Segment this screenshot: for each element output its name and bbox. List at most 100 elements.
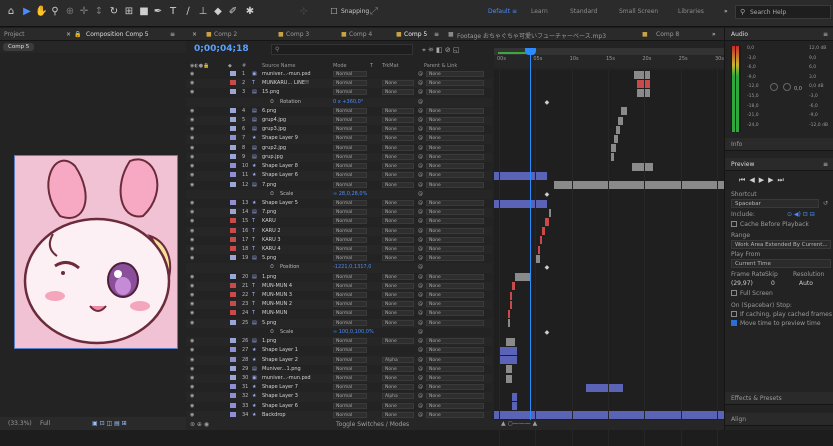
trkmat-dropdown[interactable]: None xyxy=(382,144,414,151)
trkmat-dropdown[interactable]: None xyxy=(382,181,414,188)
move-time-checkbox[interactable] xyxy=(731,320,737,326)
pick-whip-icon[interactable]: @ xyxy=(418,392,423,400)
parent-dropdown[interactable]: None xyxy=(426,411,484,418)
mode-dropdown[interactable]: Normal xyxy=(333,89,367,96)
layer-name[interactable]: Backdrop xyxy=(262,411,330,419)
pick-whip-icon[interactable]: @ xyxy=(418,374,423,382)
layer-row[interactable]: ◉ 33 ★ Shape Layer 6 Normal None @ None xyxy=(186,401,492,411)
visibility-eye-icon[interactable]: ◉ xyxy=(190,411,194,419)
layer-name[interactable]: muniver...-mun.psd xyxy=(262,70,330,78)
visibility-eye-icon[interactable]: ◉ xyxy=(190,282,194,290)
visibility-eye-icon[interactable]: ◉ xyxy=(190,217,194,225)
layer-row[interactable]: ◉ 27 ★ Shape Layer 1 Normal @ None xyxy=(186,346,492,356)
visibility-eye-icon[interactable]: ◉ xyxy=(190,383,194,391)
layer-name[interactable]: Shape Layer 5 xyxy=(262,199,330,207)
panel-menu-icon[interactable]: ≡ xyxy=(823,161,828,168)
stopwatch-icon[interactable]: ⏱ xyxy=(270,328,274,336)
property-value[interactable]: ∞ 28,0,28,0% xyxy=(333,190,367,198)
dolly-tool-icon[interactable]: ↕ xyxy=(93,6,105,18)
parent-dropdown[interactable]: None xyxy=(426,144,484,151)
label-color-swatch[interactable] xyxy=(230,255,236,261)
pick-whip-icon[interactable]: @ xyxy=(418,116,423,124)
visibility-eye-icon[interactable]: ◉ xyxy=(190,70,194,78)
layer-row[interactable]: ◉ 29 ▤ Muniver...1.png Normal None @ None xyxy=(186,364,492,374)
visibility-eye-icon[interactable]: ◉ xyxy=(190,374,194,382)
parent-dropdown[interactable]: None xyxy=(426,71,484,77)
label-color-swatch[interactable] xyxy=(230,71,236,76)
stopwatch-icon[interactable]: ⏱ xyxy=(270,190,274,198)
eraser-tool-icon[interactable]: ◆ xyxy=(212,6,224,18)
layer-row[interactable]: ◉ 31 ★ Shape Layer 7 Normal None @ None xyxy=(186,383,492,393)
pick-whip-icon[interactable]: @ xyxy=(418,199,423,207)
trkmat-dropdown[interactable]: None xyxy=(382,117,414,124)
label-color-swatch[interactable] xyxy=(230,402,236,408)
visibility-eye-icon[interactable]: ◉ xyxy=(190,107,194,115)
zoom-slider[interactable]: ▲ ○——— ▲ xyxy=(501,420,537,427)
trkmat-dropdown[interactable]: None xyxy=(382,209,414,216)
mode-dropdown[interactable]: Normal xyxy=(333,356,367,363)
trkmat-dropdown[interactable]: None xyxy=(382,319,414,326)
visibility-eye-icon[interactable]: ◉ xyxy=(190,236,194,244)
layer-name[interactable]: KARU 4 xyxy=(262,245,330,253)
visibility-eye-icon[interactable]: ◉ xyxy=(190,392,194,400)
layer-name[interactable]: MUN-MUN 2 xyxy=(262,300,330,308)
pick-whip-icon[interactable]: @ xyxy=(418,134,423,142)
pick-whip-icon[interactable]: @ xyxy=(418,300,423,308)
panel-menu-icon[interactable]: ≡ xyxy=(823,31,828,38)
visibility-eye-icon[interactable]: ◉ xyxy=(190,309,194,317)
panel-menu-icon[interactable]: ≡ xyxy=(170,31,175,38)
visibility-eye-icon[interactable]: ◉ xyxy=(190,79,194,87)
layer-row[interactable]: ◉ 12 ▤ 7.png Normal None @ None xyxy=(186,180,492,190)
layer-duration-bar[interactable] xyxy=(510,291,513,300)
visibility-eye-icon[interactable]: ◉ xyxy=(190,337,194,345)
more-tabs-icon[interactable]: » xyxy=(712,31,716,38)
visibility-eye-icon[interactable]: ◉ xyxy=(190,365,194,373)
layer-row[interactable]: ◉ 26 ▤ 1.png Normal None @ None xyxy=(186,337,492,347)
pick-whip-icon[interactable]: @ xyxy=(418,144,423,152)
pan-behind-tool-icon[interactable]: ⊞ xyxy=(123,6,135,18)
layer-row[interactable]: ◉ 20 ▤ 1.png Normal None @ None xyxy=(186,272,492,282)
layer-row[interactable]: ◉ 23 T MUN-MUN 2 Normal None @ None xyxy=(186,300,492,310)
trkmat-dropdown[interactable]: None xyxy=(382,273,414,280)
timeline-tab-comp4[interactable]: Comp 4 xyxy=(349,31,372,38)
visibility-eye-icon[interactable]: ◉ xyxy=(190,144,194,152)
parent-dropdown[interactable]: None xyxy=(426,199,484,206)
mode-dropdown[interactable]: Normal xyxy=(333,144,367,151)
pan-tool-icon[interactable]: ✛ xyxy=(78,6,90,18)
footer-icons[interactable]: ⊛ ⊕ ◉ xyxy=(190,421,209,428)
label-color-swatch[interactable] xyxy=(230,126,236,132)
label-color-swatch[interactable] xyxy=(230,273,236,279)
prev-frame-icon[interactable]: ◀ xyxy=(749,176,758,184)
layer-row[interactable]: ◉ 17 T KARU 3 Normal None @ None xyxy=(186,235,492,245)
layer-name[interactable]: MUN-MUN 4 xyxy=(262,282,330,290)
label-color-swatch[interactable] xyxy=(230,172,236,178)
layer-name[interactable]: Muniver...1.png xyxy=(262,365,330,373)
layer-name[interactable]: 7.png xyxy=(262,208,330,216)
visibility-eye-icon[interactable]: ◉ xyxy=(190,346,194,354)
pick-whip-icon[interactable]: @ xyxy=(418,263,423,271)
mode-dropdown[interactable]: Normal xyxy=(333,107,367,114)
trkmat-dropdown[interactable]: None xyxy=(382,126,414,133)
layer-duration-bar[interactable] xyxy=(510,300,513,309)
pick-whip-icon[interactable]: @ xyxy=(418,291,423,299)
layer-name[interactable]: 15.png xyxy=(262,88,330,96)
layer-duration-bar[interactable] xyxy=(512,282,515,291)
layer-duration-bar[interactable] xyxy=(611,153,614,162)
layer-duration-bar[interactable] xyxy=(494,171,547,180)
trkmat-dropdown[interactable]: None xyxy=(382,301,414,308)
mode-dropdown[interactable]: Normal xyxy=(333,273,367,280)
layer-duration-bar[interactable] xyxy=(549,208,552,217)
mode-dropdown[interactable]: Normal xyxy=(333,218,367,225)
label-color-swatch[interactable] xyxy=(230,282,236,288)
layer-row[interactable]: ◉ 34 ★ Backdrop Normal None @ None xyxy=(186,410,492,420)
label-color-swatch[interactable] xyxy=(230,135,236,141)
layer-name[interactable]: KARU 2 xyxy=(262,227,330,235)
current-timecode[interactable]: 0;00;04;18 xyxy=(194,44,249,54)
pick-whip-icon[interactable]: @ xyxy=(418,245,423,253)
layer-row[interactable]: ◉ 5 ▤ grup4.jpg Normal None @ None xyxy=(186,116,492,126)
property-value[interactable]: 0 x +360,0° xyxy=(333,98,363,106)
mode-dropdown[interactable]: Normal xyxy=(333,80,367,87)
label-color-swatch[interactable] xyxy=(230,227,236,233)
pick-whip-icon[interactable]: @ xyxy=(418,79,423,87)
clone-stamp-tool-icon[interactable]: ⊥ xyxy=(197,6,209,18)
